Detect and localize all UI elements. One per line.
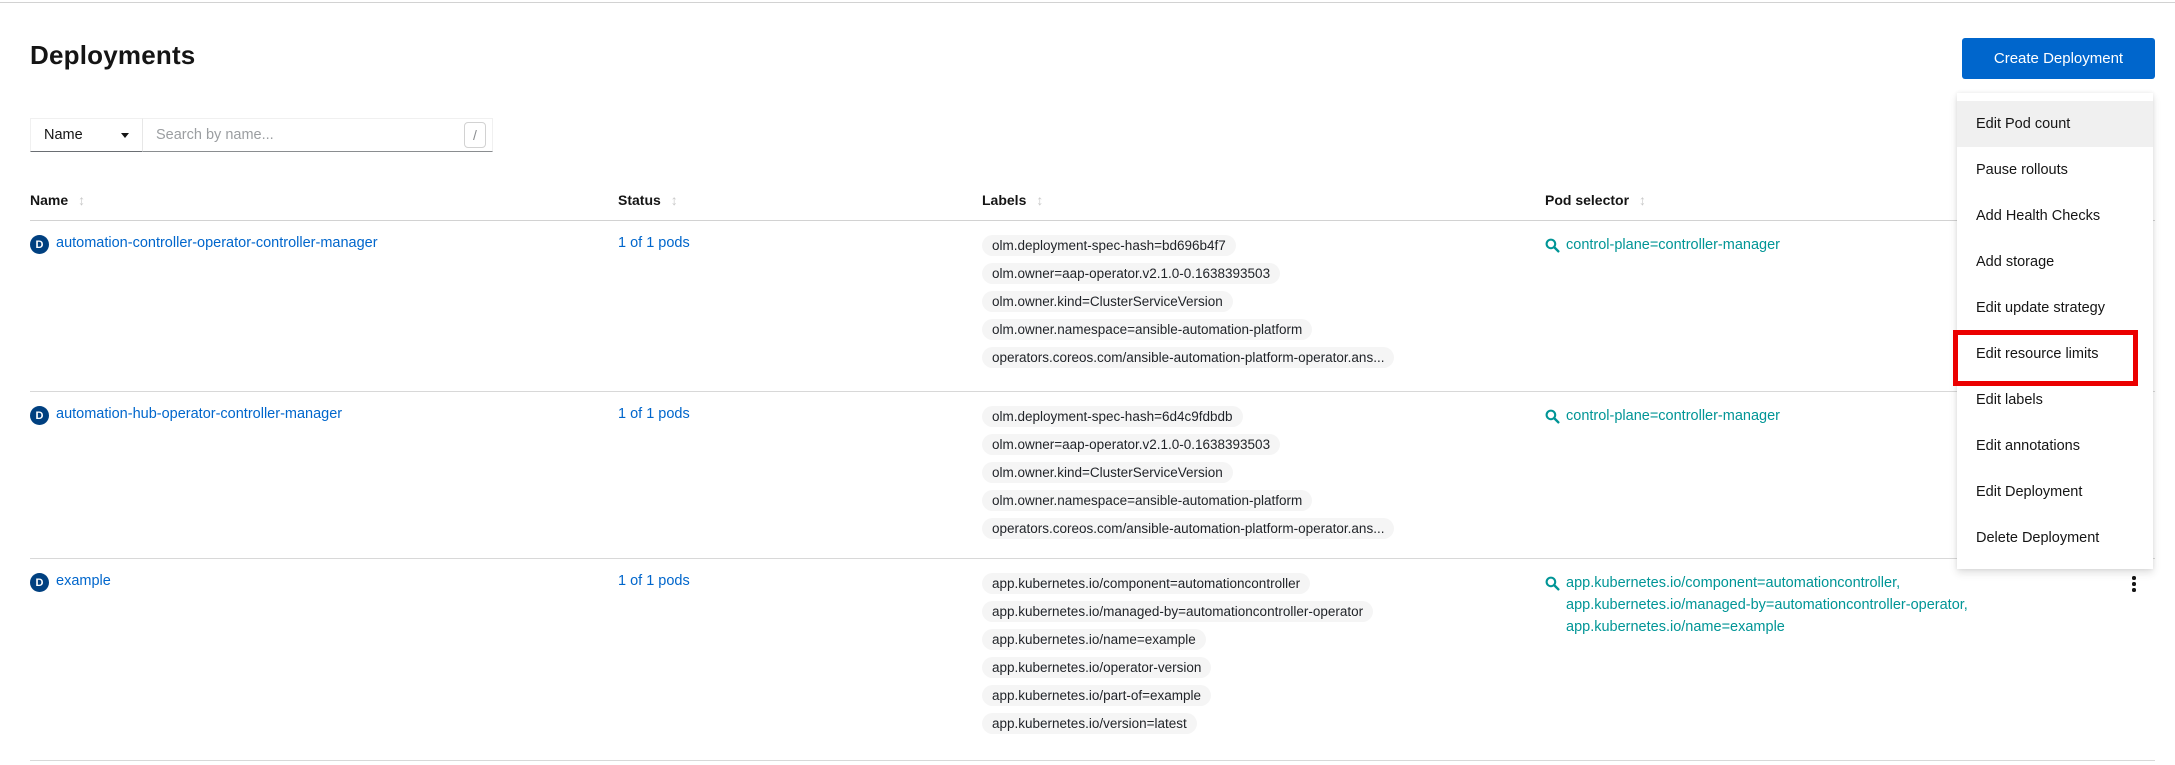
label-pill: app.kubernetes.io/name=example — [982, 629, 1206, 650]
label-pill: app.kubernetes.io/version=latest — [982, 713, 1197, 734]
table-row: D automation-controller-operator-control… — [30, 221, 2155, 392]
filter-type-label: Name — [44, 127, 83, 143]
column-header-status[interactable]: Status↕ — [618, 182, 982, 221]
page-title: Deployments — [30, 40, 195, 71]
table-header-row: Name↕ Status↕ Labels↕ Pod selector↕ — [30, 182, 2155, 221]
deployment-name-link[interactable]: automation-hub-operator-controller-manag… — [56, 406, 342, 422]
label-pill: operators.coreos.com/ansible-automation-… — [982, 347, 1394, 368]
menu-item-edit-pod-count[interactable]: Edit Pod count — [1957, 101, 2153, 147]
keyboard-shortcut-hint: / — [464, 122, 486, 148]
label-pill: olm.owner.kind=ClusterServiceVersion — [982, 462, 1233, 483]
pod-selector-link[interactable]: app.kubernetes.io/component=automationco… — [1545, 573, 2110, 638]
deployment-resource-link[interactable]: D automation-controller-operator-control… — [30, 235, 608, 254]
deployment-kind-badge: D — [30, 235, 49, 254]
deployment-name-link[interactable]: example — [56, 573, 111, 589]
create-deployment-button[interactable]: Create Deployment — [1962, 38, 2155, 79]
labels-list: app.kubernetes.io/component=automationco… — [982, 573, 1535, 734]
deployment-name-link[interactable]: automation-controller-operator-controlle… — [56, 235, 378, 251]
label-pill: olm.deployment-spec-hash=6d4c9fdbdb — [982, 406, 1243, 427]
deployments-table: Name↕ Status↕ Labels↕ Pod selector↕ D au… — [30, 182, 2155, 761]
pods-status-link[interactable]: 1 of 1 pods — [618, 235, 690, 251]
menu-item-edit-annotations[interactable]: Edit annotations — [1957, 423, 2153, 469]
search-wrap: / — [143, 118, 493, 152]
menu-item-edit-update-strategy[interactable]: Edit update strategy — [1957, 285, 2153, 331]
pods-status-link[interactable]: 1 of 1 pods — [618, 406, 690, 422]
deployment-resource-link[interactable]: D example — [30, 573, 608, 592]
label-pill: olm.owner.kind=ClusterServiceVersion — [982, 291, 1233, 312]
sort-icon[interactable]: ↕ — [1036, 192, 1043, 208]
menu-item-delete-deployment[interactable]: Delete Deployment — [1957, 515, 2153, 561]
search-input[interactable] — [143, 118, 493, 152]
label-pill: olm.owner.namespace=ansible-automation-p… — [982, 319, 1312, 340]
deployment-kind-badge: D — [30, 406, 49, 425]
sort-icon[interactable]: ↕ — [1639, 192, 1646, 208]
label-pill: olm.owner.namespace=ansible-automation-p… — [982, 490, 1312, 511]
kebab-menu-icon[interactable] — [2126, 576, 2142, 592]
label-pill: app.kubernetes.io/part-of=example — [982, 685, 1211, 706]
label-pill: olm.deployment-spec-hash=bd696b4f7 — [982, 235, 1236, 256]
deployment-kind-badge: D — [30, 573, 49, 592]
menu-item-edit-deployment[interactable]: Edit Deployment — [1957, 469, 2153, 515]
sort-icon[interactable]: ↕ — [671, 192, 678, 208]
deployment-resource-link[interactable]: D automation-hub-operator-controller-man… — [30, 406, 608, 425]
sort-icon[interactable]: ↕ — [78, 192, 85, 208]
filter-type-dropdown[interactable]: Name — [30, 118, 143, 152]
label-pill: olm.owner=aap-operator.v2.1.0-0.16383935… — [982, 434, 1280, 455]
menu-item-edit-resource-limits[interactable]: Edit resource limits — [1957, 331, 2153, 377]
table-row: D example 1 of 1 pods app.kubernetes.io/… — [30, 559, 2155, 761]
column-header-name[interactable]: Name↕ — [30, 182, 618, 221]
menu-item-pause-rollouts[interactable]: Pause rollouts — [1957, 147, 2153, 193]
table-row: D automation-hub-operator-controller-man… — [30, 392, 2155, 559]
chevron-down-icon — [121, 133, 129, 138]
masthead-divider — [0, 2, 2175, 3]
labels-list: olm.deployment-spec-hash=6d4c9fdbdb olm.… — [982, 406, 1535, 539]
labels-list: olm.deployment-spec-hash=bd696b4f7 olm.o… — [982, 235, 1535, 368]
menu-item-add-health-checks[interactable]: Add Health Checks — [1957, 193, 2153, 239]
search-icon — [1545, 576, 1560, 591]
label-pill: olm.owner=aap-operator.v2.1.0-0.16383935… — [982, 263, 1280, 284]
label-pill: app.kubernetes.io/component=automationco… — [982, 573, 1310, 594]
actions-dropdown-menu: Edit Pod count Pause rollouts Add Health… — [1957, 93, 2153, 569]
label-pill: operators.coreos.com/ansible-automation-… — [982, 518, 1394, 539]
search-icon — [1545, 409, 1560, 424]
search-icon — [1545, 238, 1560, 253]
menu-item-add-storage[interactable]: Add storage — [1957, 239, 2153, 285]
column-header-labels[interactable]: Labels↕ — [982, 182, 1545, 221]
filter-toolbar: Name / — [30, 118, 493, 152]
menu-item-edit-labels[interactable]: Edit labels — [1957, 377, 2153, 423]
pods-status-link[interactable]: 1 of 1 pods — [618, 573, 690, 589]
label-pill: app.kubernetes.io/managed-by=automationc… — [982, 601, 1373, 622]
label-pill: app.kubernetes.io/operator-version — [982, 657, 1211, 678]
